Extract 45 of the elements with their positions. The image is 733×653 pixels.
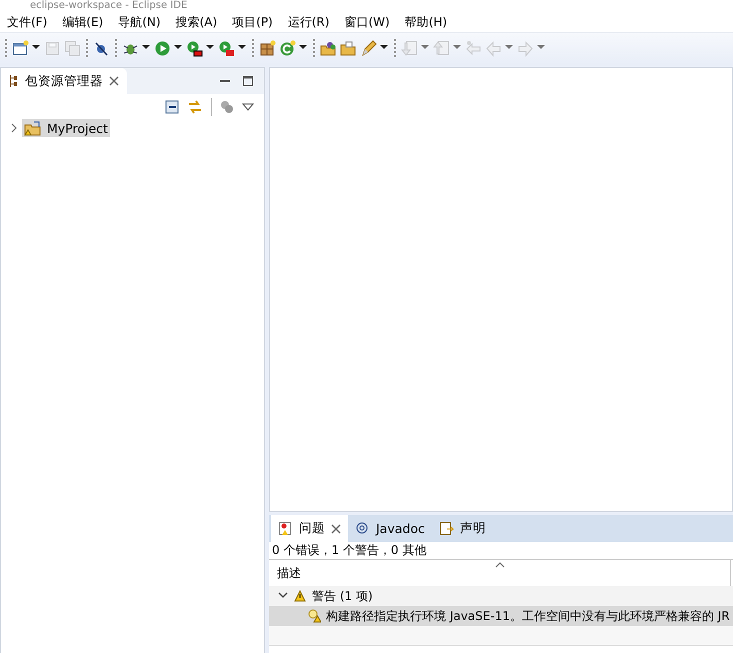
panel-tab[interactable]: 问题 — [271, 515, 348, 542]
problems-icon — [278, 521, 293, 536]
panel-tab[interactable]: 声明 — [432, 515, 493, 542]
warning-group-row[interactable]: 警告 (1 项) — [269, 586, 733, 606]
view-menu-icon[interactable] — [242, 102, 254, 112]
dropdown-caret-icon[interactable] — [206, 45, 215, 51]
filter-icon[interactable] — [220, 100, 234, 114]
dropdown-caret-icon[interactable] — [299, 45, 308, 51]
project-item[interactable]: MyProject — [22, 119, 110, 137]
declaration-icon — [438, 521, 454, 536]
collapse-all-icon[interactable] — [165, 100, 179, 114]
explorer-tab[interactable]: 包资源管理器 — [1, 68, 127, 94]
dropdown-caret-icon[interactable] — [142, 45, 151, 51]
menu-item[interactable]: 帮助(H) — [404, 14, 448, 30]
lightbulb-warning-icon — [307, 609, 321, 623]
menu-item[interactable]: 搜索(A) — [176, 14, 218, 30]
menu-item[interactable]: 导航(N) — [118, 14, 161, 30]
dropdown-caret-icon[interactable] — [174, 45, 183, 51]
close-icon[interactable] — [109, 76, 119, 86]
package-icon[interactable] — [259, 40, 276, 56]
panel-tab[interactable]: Javadoc — [348, 515, 432, 542]
new-file-icon[interactable] — [12, 40, 29, 56]
close-icon[interactable] — [331, 524, 341, 534]
warning-icon — [294, 590, 306, 602]
menu-item[interactable]: 运行(R) — [288, 14, 330, 30]
package-explorer-icon — [9, 74, 19, 88]
sort-icon — [495, 562, 505, 568]
problems-summary: 0 个错误，1 个警告，0 其他 — [269, 542, 733, 560]
window-title: eclipse-workspace - Eclipse IDE — [29, 0, 188, 12]
folder-icon[interactable] — [340, 40, 357, 56]
dropdown-caret-icon[interactable] — [238, 45, 247, 51]
dropdown-caret-icon[interactable] — [32, 45, 41, 51]
menu-item[interactable]: 编辑(E) — [62, 14, 104, 30]
open-type-icon[interactable] — [320, 40, 337, 56]
maximize-icon[interactable] — [242, 75, 254, 87]
menu-item[interactable]: 窗口(W) — [344, 14, 390, 30]
run-external-icon[interactable] — [218, 40, 235, 56]
warning-row[interactable]: 构建路径指定执行环境 JavaSE-11。工作空间中没有与此环境严格兼容的 JR — [269, 606, 733, 626]
dropdown-caret-icon[interactable] — [380, 45, 389, 51]
run-coverage-icon[interactable] — [186, 40, 203, 56]
pen-icon[interactable] — [360, 40, 377, 56]
new-class-icon[interactable] — [279, 40, 296, 56]
menu-item[interactable]: 项目(P) — [232, 14, 273, 30]
menu-item[interactable]: 文件(F) — [7, 14, 48, 30]
skip-breakpoints-icon[interactable] — [93, 40, 110, 56]
